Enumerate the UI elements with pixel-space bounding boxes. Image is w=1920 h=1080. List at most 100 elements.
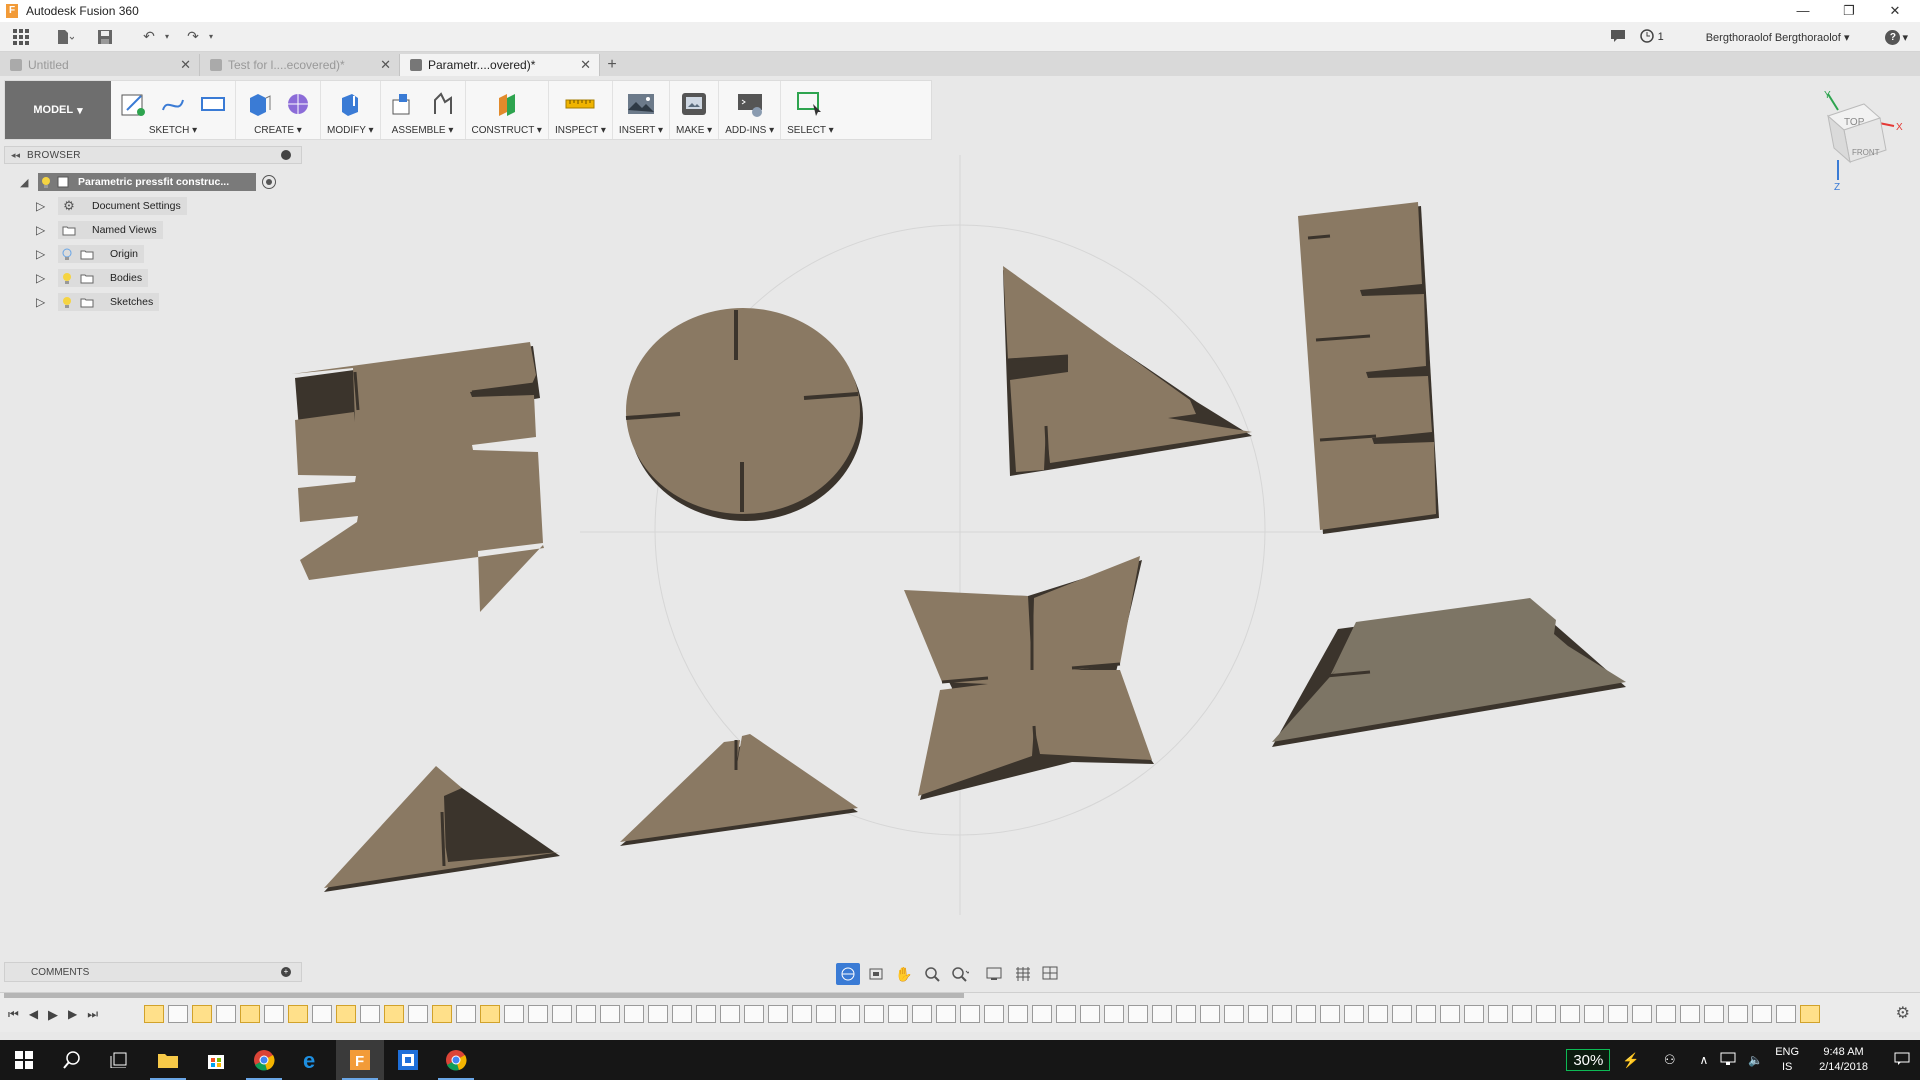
sketch-group[interactable]: SKETCH ▾ (111, 81, 236, 139)
close-tab-icon[interactable]: ✕ (580, 54, 591, 76)
browser-root[interactable]: ◢ Parametric pressfit construc... (20, 172, 276, 192)
lightbulb-icon[interactable] (58, 293, 76, 311)
undo-icon[interactable]: ↶ (136, 25, 162, 49)
timeline-feature-icon[interactable] (1104, 1005, 1124, 1023)
lightbulb-off-icon[interactable] (58, 245, 76, 263)
timeline-feature-icon[interactable] (744, 1005, 764, 1023)
clock[interactable]: 9:48 AM 2/14/2018 (1819, 1045, 1868, 1075)
zoom-icon[interactable] (920, 963, 944, 985)
timeline-feature-icon[interactable] (1416, 1005, 1436, 1023)
timeline-feature-icon[interactable] (1224, 1005, 1244, 1023)
timeline-feature-icon[interactable] (888, 1005, 908, 1023)
fit-zoom-icon[interactable] (948, 963, 972, 985)
display-settings-icon[interactable] (984, 963, 1008, 985)
timeline-feature-icon[interactable] (1368, 1005, 1388, 1023)
timeline-feature-icon[interactable] (648, 1005, 668, 1023)
timeline-feature-icon[interactable] (1488, 1005, 1508, 1023)
select-group[interactable]: SELECT ▾ (781, 81, 840, 139)
lightbulb-icon[interactable] (58, 269, 76, 287)
viewcube-front-label[interactable]: FRONT (1852, 148, 1880, 157)
timeline-feature-icon[interactable] (168, 1005, 188, 1023)
user-menu[interactable]: Bergthoraolof Bergthoraolof ▾ (1706, 31, 1850, 44)
timeline-feature-icon[interactable] (1200, 1005, 1220, 1023)
spline-icon[interactable] (157, 88, 189, 120)
create-sketch-icon[interactable] (117, 88, 149, 120)
timeline-feature-icon[interactable] (1800, 1005, 1820, 1023)
timeline-feature-icon[interactable] (624, 1005, 644, 1023)
pan-hand-icon[interactable]: ✋ (892, 963, 916, 985)
collapse-panel-icon[interactable]: ◂◂ (11, 150, 20, 161)
step-back-icon[interactable]: ◀ (29, 1007, 38, 1023)
battery-indicator[interactable]: 30% (1566, 1049, 1611, 1071)
timeline-feature-icon[interactable] (984, 1005, 1004, 1023)
timeline-feature-icon[interactable] (240, 1005, 260, 1023)
timeline-feature-icon[interactable] (336, 1005, 356, 1023)
file-explorer-icon[interactable] (144, 1040, 192, 1080)
tree-item-bodies[interactable]: ▷ Bodies (36, 268, 149, 288)
timeline-feature-icon[interactable] (1152, 1005, 1172, 1023)
timeline-feature-icon[interactable] (672, 1005, 692, 1023)
assemble-group[interactable]: ASSEMBLE ▾ (381, 81, 466, 139)
volume-icon[interactable]: 🔈 (1748, 1053, 1763, 1067)
expand-triangle-icon[interactable]: ▷ (36, 247, 58, 261)
tab-untitled[interactable]: Untitled ✕ (0, 54, 200, 76)
timeline-feature-icon[interactable] (1680, 1005, 1700, 1023)
chrome-icon[interactable] (432, 1040, 480, 1080)
timeline-scrollbar[interactable] (4, 993, 964, 998)
restore-button[interactable]: ❐ (1826, 0, 1872, 22)
undo-dropdown-icon[interactable]: ▾ (162, 25, 172, 49)
timeline-feature-icon[interactable] (360, 1005, 380, 1023)
timeline-feature-icon[interactable] (1344, 1005, 1364, 1023)
view-cube[interactable]: TOP FRONT Y X Z (1814, 90, 1914, 203)
timeline-feature-icon[interactable] (552, 1005, 572, 1023)
scripts-icon[interactable] (734, 88, 766, 120)
timeline-feature-icon[interactable] (1512, 1005, 1532, 1023)
timeline-feature-icon[interactable] (1464, 1005, 1484, 1023)
timeline-feature-icon[interactable] (216, 1005, 236, 1023)
tab-test-recovered[interactable]: Test for l....ecovered)* ✕ (200, 54, 400, 76)
pin-icon[interactable] (281, 150, 291, 160)
viewcube-top-label[interactable]: TOP (1844, 117, 1865, 128)
expand-triangle-icon[interactable]: ▷ (36, 295, 58, 309)
expand-triangle-icon[interactable]: ▷ (36, 223, 58, 237)
data-panel-grid-icon[interactable] (8, 25, 34, 49)
help-button[interactable]: ? ▾ (1885, 29, 1908, 45)
inspect-group[interactable]: INSPECT ▾ (549, 81, 613, 139)
tree-item-sketches[interactable]: ▷ Sketches (36, 292, 160, 312)
press-pull-icon[interactable] (334, 88, 366, 120)
timeline-feature-icon[interactable] (840, 1005, 860, 1023)
fusion360-taskbar-icon[interactable]: F (336, 1040, 384, 1080)
timeline-feature-icon[interactable] (576, 1005, 596, 1023)
timeline-feature-icon[interactable] (1008, 1005, 1028, 1023)
form-icon[interactable] (282, 88, 314, 120)
timeline-feature-icon[interactable] (384, 1005, 404, 1023)
timeline-feature-icon[interactable] (528, 1005, 548, 1023)
timeline-feature-icon[interactable] (1536, 1005, 1556, 1023)
save-icon[interactable] (92, 25, 118, 49)
create-group[interactable]: CREATE ▾ (236, 81, 321, 139)
timeline-feature-icon[interactable] (1056, 1005, 1076, 1023)
go-to-start-icon[interactable]: ⏮ (8, 1007, 19, 1023)
timeline-feature-icon[interactable] (1320, 1005, 1340, 1023)
edge-icon[interactable]: e (288, 1040, 336, 1080)
timeline-feature-icon[interactable] (144, 1005, 164, 1023)
store-icon[interactable] (192, 1040, 240, 1080)
offset-plane-icon[interactable] (491, 88, 523, 120)
timeline-feature-icon[interactable] (768, 1005, 788, 1023)
tree-item-origin[interactable]: ▷ Origin (36, 244, 145, 264)
window-select-icon[interactable] (794, 88, 826, 120)
timeline-feature-icon[interactable] (792, 1005, 812, 1023)
gear-icon[interactable]: ⚙ (1896, 1003, 1910, 1023)
job-status[interactable]: 1 (1639, 28, 1664, 46)
expand-triangle-icon[interactable]: ▷ (36, 199, 58, 213)
collapse-triangle-icon[interactable]: ◢ (20, 176, 38, 189)
close-tab-icon[interactable]: ✕ (180, 54, 191, 76)
workspace-switcher[interactable]: MODEL ▾ (5, 81, 111, 139)
timeline-feature-icon[interactable] (1128, 1005, 1148, 1023)
timeline-feature-icon[interactable] (1032, 1005, 1052, 1023)
redo-icon[interactable]: ↷ (180, 25, 206, 49)
timeline-feature-icon[interactable] (816, 1005, 836, 1023)
expand-triangle-icon[interactable]: ▷ (36, 271, 58, 285)
redo-dropdown-icon[interactable]: ▾ (206, 25, 216, 49)
viewports-icon[interactable] (1040, 963, 1064, 985)
